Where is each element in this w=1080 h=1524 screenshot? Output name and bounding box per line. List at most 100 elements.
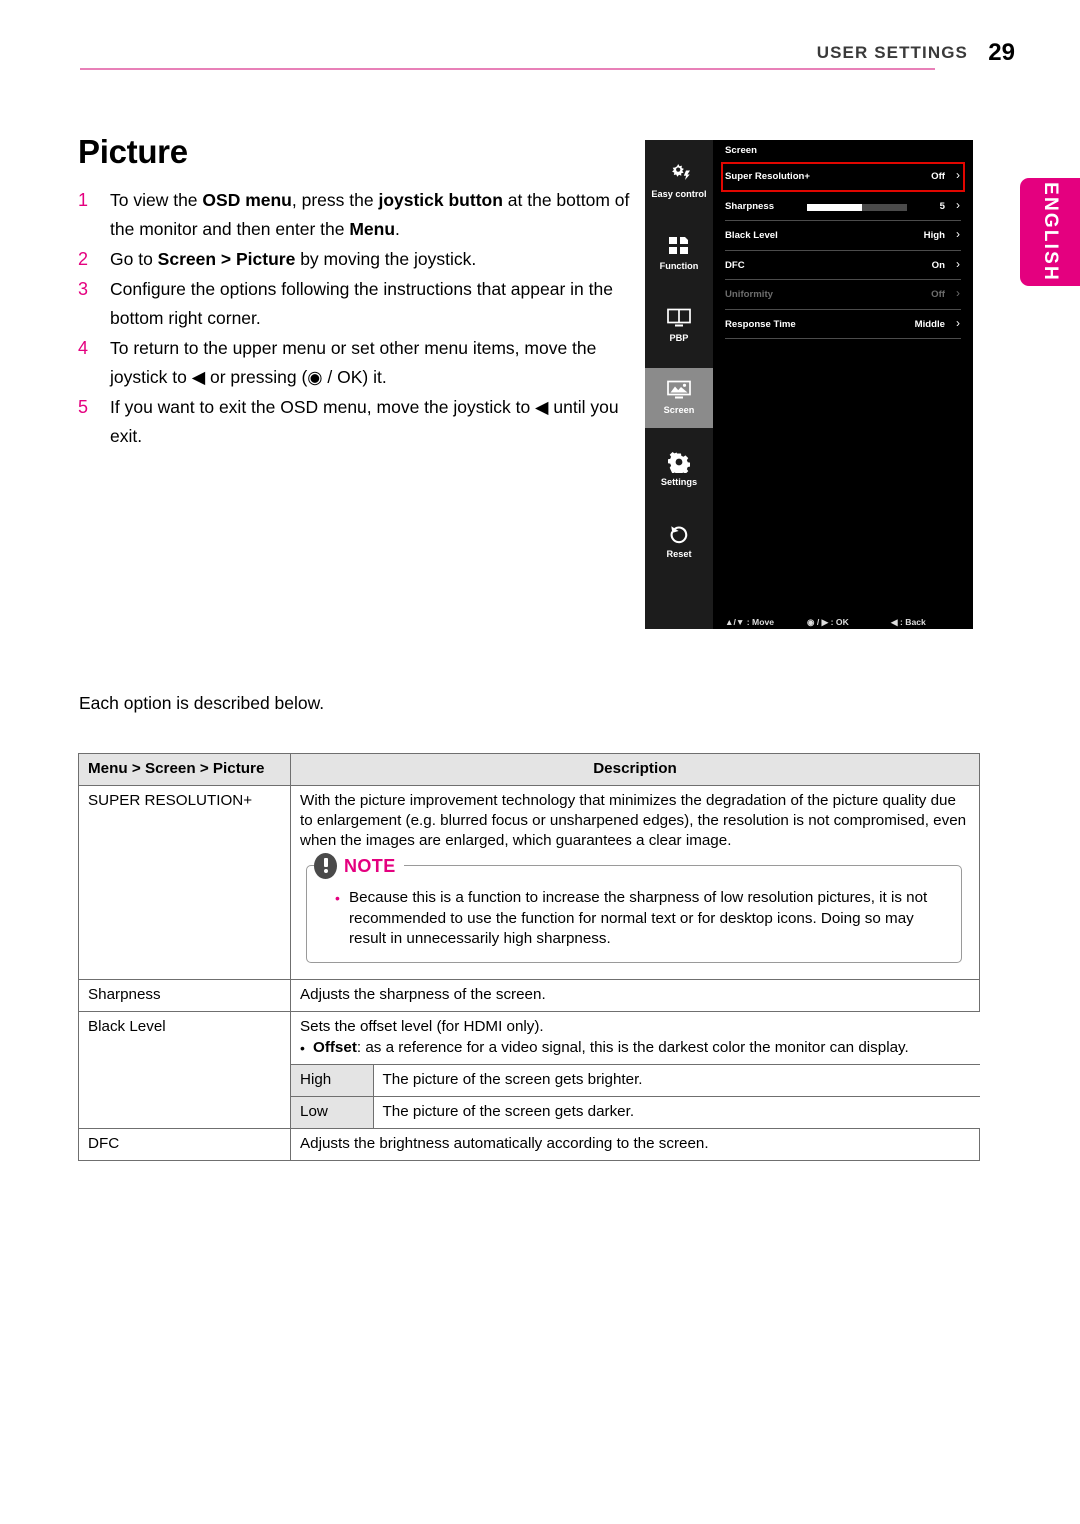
black-level-intro-row: Sets the offset level (for HDMI only). •…: [291, 1011, 980, 1065]
osd-option-value: On: [931, 259, 945, 271]
note-bullet: • Because this is a function to increase…: [335, 888, 945, 950]
osd-rail-item-pbp[interactable]: PBP: [645, 296, 713, 356]
reset-arrow-icon: [645, 520, 713, 548]
sub-option-name: High: [291, 1063, 373, 1097]
chevron-right-icon: ›: [956, 315, 960, 330]
language-tab: ENGLISH: [1020, 178, 1080, 286]
osd-option-row[interactable]: Super Resolution+ Off ›: [725, 162, 961, 192]
chevron-right-icon: ›: [956, 168, 960, 182]
osd-option-label: Response Time: [725, 318, 796, 330]
osd-pane-title: Screen: [725, 145, 757, 156]
instruction-step: 2 Go to Screen > Picture by moving the jo…: [74, 245, 634, 274]
osd-slider-fill: [807, 203, 862, 211]
osd-rail-item-label: Easy control: [651, 189, 707, 199]
step-number: 5: [78, 397, 89, 417]
option-description-cell: With the picture improvement technology …: [290, 785, 980, 980]
language-tab-label: ENGLISH: [1040, 182, 1061, 282]
offset-label: Offset: [313, 1038, 357, 1056]
step-text: If you want to exit the OSD menu, move t…: [110, 397, 619, 446]
option-name: DFC: [78, 1127, 291, 1161]
bullet-icon: •: [300, 1039, 305, 1056]
option-description-cell: Adjusts the brightness automatically acc…: [290, 1127, 980, 1161]
table-row: SUPER RESOLUTION+ With the picture impro…: [78, 785, 980, 980]
osd-rail-item-easy-control[interactable]: Easy control: [645, 152, 713, 212]
osd-option-row[interactable]: Black Level High ›: [725, 221, 961, 251]
osd-sharpness-slider[interactable]: [807, 203, 907, 211]
osd-hint-ok: ◉ / ▶ : OK: [807, 617, 849, 627]
osd-option-label: Sharpness: [725, 200, 775, 212]
page-header: USER SETTINGS 29: [0, 0, 1080, 80]
sub-option-description: The picture of the screen gets brighter.: [372, 1063, 980, 1097]
instruction-step: 4 To return to the upper menu or set othe…: [74, 334, 634, 392]
step-number: 4: [78, 338, 89, 358]
osd-hint-back: ◀ : Back: [891, 617, 926, 627]
osd-rail-item-function[interactable]: Function: [645, 224, 713, 284]
table-row: Low The picture of the screen gets darke…: [291, 1095, 980, 1128]
option-description-text: With the picture improvement technology …: [300, 792, 967, 849]
black-level-intro-cell: Sets the offset level (for HDMI only). •…: [291, 1011, 980, 1065]
osd-rail-item-label: Screen: [663, 405, 695, 415]
chevron-right-icon: ›: [956, 197, 960, 212]
table-row: Sharpness Adjusts the sharpness of the s…: [78, 978, 980, 1012]
option-name: Black Level: [78, 1010, 291, 1129]
osd-option-row[interactable]: Sharpness 5 ›: [725, 192, 961, 221]
header-section-label: USER SETTINGS: [816, 43, 968, 62]
instruction-step: 5 If you want to exit the OSD menu, move …: [74, 393, 634, 451]
function-blocks-icon: [645, 232, 713, 260]
option-name: Sharpness: [78, 978, 291, 1012]
osd-option-value: Middle: [914, 318, 945, 330]
instruction-step: 1 To view the OSD menu, press the joystic…: [74, 186, 634, 244]
osd-option-label: Uniformity: [725, 289, 773, 300]
osd-menu-screenshot: Easy control Function PBP Screen Settings Res…: [645, 140, 973, 629]
offset-bullet-text: Offset: as a reference for a video signa…: [313, 1038, 971, 1058]
option-name: SUPER RESOLUTION+: [78, 785, 291, 980]
instruction-step: 3 Configure the options following the ins…: [74, 275, 634, 333]
osd-option-row[interactable]: Response Time Middle ›: [725, 310, 961, 339]
note-body-box: • Because this is a function to increase…: [306, 865, 962, 963]
page-number: 29: [988, 39, 1015, 66]
table-header-menu: Menu > Screen > Picture: [78, 753, 291, 786]
sub-option-description: The picture of the screen gets darker.: [372, 1095, 980, 1128]
osd-rail-item-label: Function: [659, 261, 699, 271]
osd-option-label: DFC: [725, 259, 745, 271]
table-row: DFC Adjusts the brightness automatically…: [78, 1127, 980, 1161]
osd-option-label: Super Resolution+: [725, 171, 811, 182]
step-number: 3: [78, 279, 89, 299]
option-description-cell: Adjusts the sharpness of the screen.: [290, 978, 980, 1012]
exclamation-icon: [314, 853, 337, 879]
osd-option-value: High: [923, 230, 945, 241]
osd-rail-item-label: PBP: [669, 333, 689, 343]
osd-rail-item-reset[interactable]: Reset: [645, 512, 713, 572]
pbp-split-screen-icon: [645, 304, 713, 332]
osd-rail-item-screen[interactable]: Screen: [645, 368, 713, 428]
each-option-caption: Each option is described below.: [79, 693, 325, 713]
step-number: 2: [78, 249, 89, 269]
brightness-gear-icon: [645, 160, 713, 188]
step-text: Configure the options following the inst…: [110, 279, 613, 328]
osd-rail-item-settings[interactable]: Settings: [645, 440, 713, 500]
osd-sidebar: Easy control Function PBP Screen Settings Res…: [645, 140, 713, 629]
table-header-row: Menu > Screen > Picture Description: [78, 753, 980, 786]
note-header: NOTE: [314, 853, 404, 879]
chevron-right-icon: ›: [956, 286, 960, 300]
osd-option-row[interactable]: DFC On ›: [725, 251, 961, 280]
table-row: Black Level Sets the offset level (for H…: [78, 1010, 980, 1129]
chevron-right-icon: ›: [956, 227, 960, 241]
option-description-text: Sets the offset level (for HDMI only).: [300, 1017, 544, 1035]
black-level-inner-table: Sets the offset level (for HDMI only). •…: [291, 1011, 980, 1128]
step-number: 1: [78, 190, 89, 210]
osd-option-value: Off: [931, 289, 945, 300]
osd-rail-item-label: Settings: [660, 477, 698, 487]
table-row: High The picture of the screen gets brig…: [291, 1063, 980, 1097]
note-title: NOTE: [344, 856, 396, 876]
gear-icon: [645, 448, 713, 476]
note-callout: NOTE • Because this is a function to inc…: [306, 853, 962, 963]
osd-option-label: Black Level: [725, 230, 778, 241]
chevron-right-icon: ›: [956, 256, 960, 271]
osd-option-row[interactable]: Uniformity Off ›: [725, 280, 961, 310]
instruction-steps: 1 To view the OSD menu, press the joystic…: [74, 186, 634, 452]
header-rule: [80, 68, 935, 70]
options-table: Menu > Screen > Picture Description SUPE…: [78, 753, 980, 1161]
offset-bullet: • Offset: as a reference for a video sig…: [300, 1038, 971, 1058]
step-text: To view the OSD menu, press the joystick…: [110, 190, 630, 239]
